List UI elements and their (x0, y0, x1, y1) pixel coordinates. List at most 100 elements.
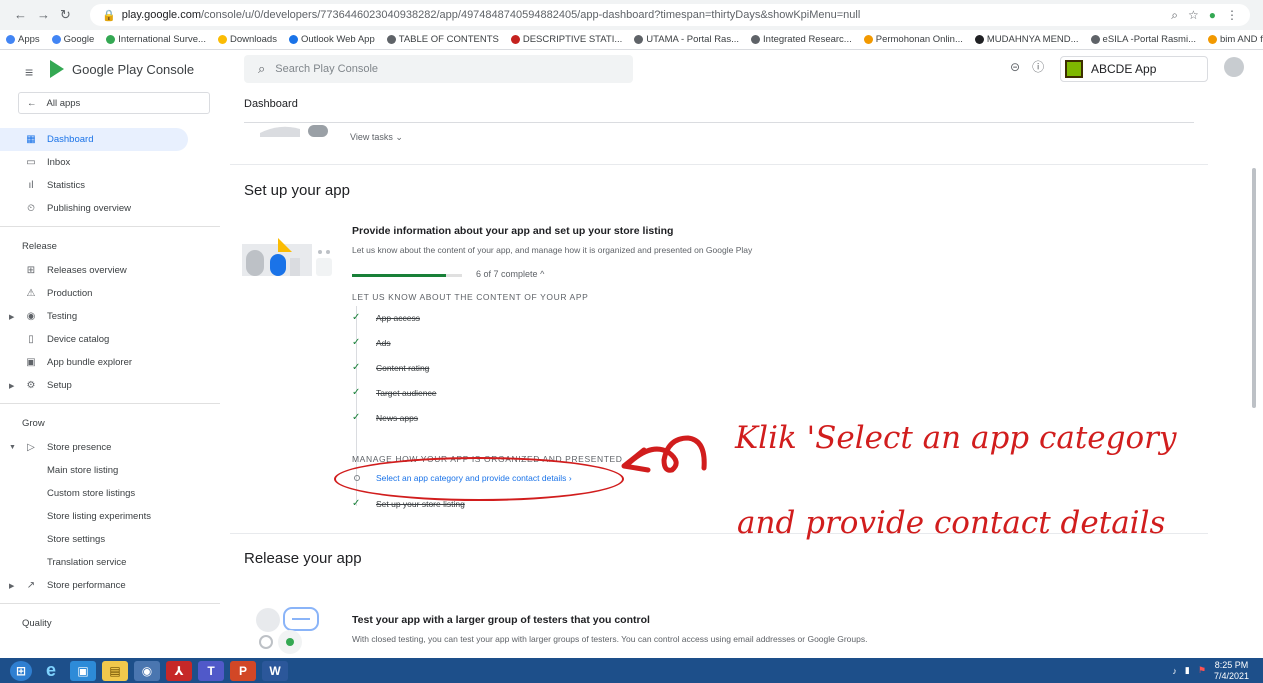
sidebar-subitem-label: Custom store listings (47, 488, 136, 499)
content-task[interactable]: ✓ Ads (352, 337, 391, 348)
bookmark-label: Apps (18, 34, 40, 45)
view-tasks-button[interactable]: View tasks ⌄ (350, 132, 403, 143)
bookmark-item[interactable]: Downloads (217, 34, 277, 45)
search-placeholder: Search Play Console (275, 63, 379, 75)
media-icon[interactable]: ▣ (70, 660, 96, 681)
bookmark-item[interactable]: MUDAHNYA MEND... (974, 34, 1079, 45)
check-icon: ✓ (352, 387, 361, 398)
setup-progress-fill (352, 274, 447, 277)
bookmark-item[interactable]: DESCRIPTIVE STATI... (510, 34, 622, 45)
bookmark-item[interactable]: TABLE OF CONTENTS (386, 34, 499, 45)
ie-icon[interactable]: e (38, 660, 64, 681)
arrow-left-icon: ← (27, 97, 37, 109)
sidebar-subitem[interactable]: Translation service (0, 551, 220, 574)
bookmark-item[interactable]: eSILA -Portal Rasmi... (1090, 34, 1196, 45)
sidebar: ← All apps ▦ Dashboard ▭ Inbox ıl Statistics ⏲… (0, 92, 220, 658)
app-selector[interactable]: ABCDE App (1060, 56, 1208, 82)
powerpoint-icon[interactable]: P (230, 660, 256, 681)
sidebar-subitem[interactable]: Store listing experiments (0, 505, 220, 528)
pdf-icon[interactable]: ⅄ (166, 660, 192, 681)
menu-dots-icon[interactable]: ⋮ (1226, 8, 1238, 23)
sidebar-item-setup[interactable]: ▶ ⚙ Setup (0, 374, 220, 397)
flag-icon[interactable]: ⚑ (1198, 665, 1206, 676)
sidebar-subitem-label: Translation service (47, 557, 127, 568)
extension-icon[interactable]: ● (1209, 8, 1216, 23)
content-task-label: Ads (376, 337, 391, 348)
word-icon[interactable]: W (262, 660, 288, 681)
caret-down-icon: ▼ (9, 444, 16, 451)
bookmark-item[interactable]: Permohonan Onlin... (863, 34, 963, 45)
release-section-title: Release your app (244, 550, 362, 567)
main-content: Dashboard View tasks ⌄ Set up your app P… (230, 92, 1250, 658)
help-icon[interactable]: ⓘ (1032, 58, 1044, 75)
sidebar-item-store-performance[interactable]: ▶ ↗ Store performance (0, 574, 220, 597)
clock[interactable]: 8:25 PM 7/4/2021 (1214, 660, 1249, 682)
annotation-arrow (621, 435, 707, 473)
bookmark-label: Permohonan Onlin... (875, 34, 963, 45)
sidebar-subitem[interactable]: Custom store listings (0, 482, 220, 505)
check-icon: ✓ (352, 337, 361, 348)
sidebar-item-statistics[interactable]: ıl Statistics (0, 174, 220, 197)
content-task-label: Content rating (376, 362, 430, 373)
content-task[interactable]: ✓ Content rating (352, 362, 429, 373)
network-icon[interactable]: ▮ (1185, 665, 1190, 676)
zoom-icon[interactable]: ⌕ (1171, 8, 1178, 23)
sidebar-item-store-presence[interactable]: ▼ ▷ Store presence (0, 436, 220, 459)
content-task[interactable]: ✓ Target audience (352, 387, 437, 398)
releases-icon: ⊞ (26, 265, 36, 276)
bookmark-item[interactable]: bim AND facilities... (1208, 34, 1263, 45)
bookmark-item[interactable]: Outlook Web App (288, 34, 375, 45)
bookmark-item[interactable]: UTAMA - Portal Ras... (634, 34, 739, 45)
start-button[interactable]: ⊞ (10, 660, 32, 681)
sidebar-item-dashboard[interactable]: ▦ Dashboard (0, 128, 188, 151)
explorer-icon[interactable]: ▤ (102, 660, 128, 681)
sidebar-item-testing[interactable]: ▶ ◉ Testing (0, 305, 220, 328)
bookmark-favicon-icon (51, 35, 61, 44)
sidebar-item-label: Setup (47, 380, 72, 391)
bookmark-favicon-icon (751, 35, 761, 44)
back-icon[interactable]: ← (14, 7, 27, 23)
statistics-icon: ıl (28, 180, 34, 191)
chrome-icon[interactable]: ◉ (134, 660, 160, 681)
speaker-icon[interactable]: ♪ (1172, 666, 1177, 676)
page-scrollbar[interactable] (1252, 168, 1256, 408)
sidebar-item-device-catalog[interactable]: ▯ Device catalog (0, 328, 220, 351)
menu-icon[interactable]: ≡ (25, 64, 33, 80)
sidebar-divider (0, 403, 220, 404)
address-bar[interactable]: 🔒 play.google.com /console/u/0/developer… (90, 4, 1250, 26)
setup-progress-toggle[interactable]: 6 of 7 complete ^ (476, 269, 544, 279)
sidebar-item-publishing-overview[interactable]: ⏲ Publishing overview (0, 197, 220, 220)
sidebar-subitem[interactable]: Main store listing (0, 459, 220, 482)
content-task[interactable]: ✓ App access (352, 312, 420, 323)
sidebar-divider (0, 603, 220, 604)
bookmark-item[interactable]: International Surve... (106, 34, 206, 45)
inbox-icon: ▭ (26, 157, 36, 168)
bookmark-label: eSILA -Portal Rasmi... (1102, 34, 1196, 45)
bookmark-item[interactable]: Integrated Researc... (751, 34, 852, 45)
chevron-down-icon: ⌄ (395, 132, 403, 142)
avatar[interactable] (1224, 57, 1244, 77)
bookmark-favicon-icon (1208, 35, 1217, 44)
all-apps-button[interactable]: ← All apps (18, 92, 210, 114)
link-icon[interactable]: ⊝ (1010, 60, 1020, 74)
store-illustration (242, 238, 332, 276)
check-icon: ✓ (352, 362, 361, 373)
sidebar-item-releases-overview[interactable]: ⊞ Releases overview (0, 259, 220, 282)
forward-icon[interactable]: → (37, 7, 50, 23)
setup-section-title: Set up your app (244, 182, 350, 199)
play-console-logo[interactable]: Google Play Console (50, 60, 194, 78)
search-input[interactable]: ⌕ Search Play Console (244, 55, 633, 83)
setup-card-subtitle: Let us know about the content of your ap… (352, 245, 753, 255)
progress-text: 6 of 7 complete (476, 269, 538, 279)
bookmark-item[interactable]: Apps (6, 34, 40, 45)
content-task[interactable]: ✓ News apps (352, 412, 418, 423)
sidebar-item-production[interactable]: ⚠ Production (0, 282, 220, 305)
sidebar-item-app-bundle-explorer[interactable]: ▣ App bundle explorer (0, 351, 220, 374)
all-apps-label: All apps (46, 97, 81, 109)
sidebar-item-inbox[interactable]: ▭ Inbox (0, 151, 220, 174)
bookmark-item[interactable]: Google (51, 34, 94, 45)
sidebar-subitem[interactable]: Store settings (0, 528, 220, 551)
star-icon[interactable]: ☆ (1188, 8, 1199, 23)
reload-icon[interactable]: ↻ (60, 7, 71, 23)
teams-icon[interactable]: T (198, 660, 224, 681)
